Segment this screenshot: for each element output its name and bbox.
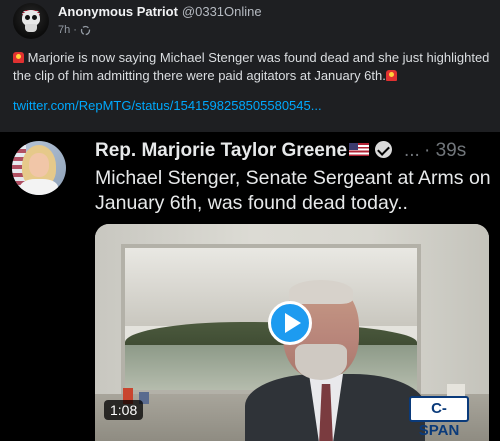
mtg-avatar[interactable] — [12, 141, 66, 195]
embedded-tweet-text: Michael Stenger, Senate Sergeant at Arms… — [95, 167, 491, 214]
author-name-text[interactable]: Anonymous Patriot — [58, 4, 178, 19]
outer-post: Anonymous Patriot @0331Online 7h · Marjor… — [0, 0, 500, 132]
author-handle[interactable]: @0331Online — [182, 4, 262, 19]
man-hair — [289, 280, 353, 304]
man-beard — [295, 344, 347, 380]
more-options-icon[interactable]: ... — [404, 140, 420, 162]
siren-icon — [385, 70, 397, 81]
embedded-time[interactable]: · 39s — [424, 140, 466, 162]
author-avatar[interactable] — [13, 3, 49, 39]
post-text: Marjorie is now saying Michael Stenger w… — [13, 49, 493, 85]
cspan-logo: C-SPAN — [409, 396, 469, 439]
embedded-tweet-screenshot: Rep. Marjorie Taylor Greene ... · 39s Mi… — [0, 132, 500, 441]
siren-icon — [13, 52, 24, 63]
play-button-icon[interactable] — [268, 301, 312, 345]
post-meta: 7h · — [58, 24, 91, 36]
verified-icon — [375, 141, 393, 158]
avatar-body — [20, 179, 58, 195]
video-player[interactable]: 1:08 C-SPAN — [95, 224, 489, 441]
post-text-body: Marjorie is now saying Michael Stenger w… — [13, 50, 490, 83]
skull-jaw — [25, 24, 37, 32]
author-name[interactable]: Anonymous Patriot @0331Online — [58, 4, 262, 19]
skull-eye — [25, 15, 30, 20]
video-duration: 1:08 — [104, 400, 144, 420]
embedded-author-name[interactable]: Rep. Marjorie Taylor Greene — [95, 140, 393, 162]
tweet-link[interactable]: twitter.com/RepMTG/status/15415982585055… — [13, 98, 322, 113]
skull-eye — [32, 15, 37, 20]
recycle-icon — [80, 25, 91, 35]
embedded-author-name-text[interactable]: Rep. Marjorie Taylor Greene — [95, 140, 347, 161]
avatar-face — [29, 153, 49, 177]
separator-dot: · — [73, 24, 77, 36]
us-flag-icon — [349, 143, 370, 156]
post-time[interactable]: 7h — [58, 24, 70, 36]
